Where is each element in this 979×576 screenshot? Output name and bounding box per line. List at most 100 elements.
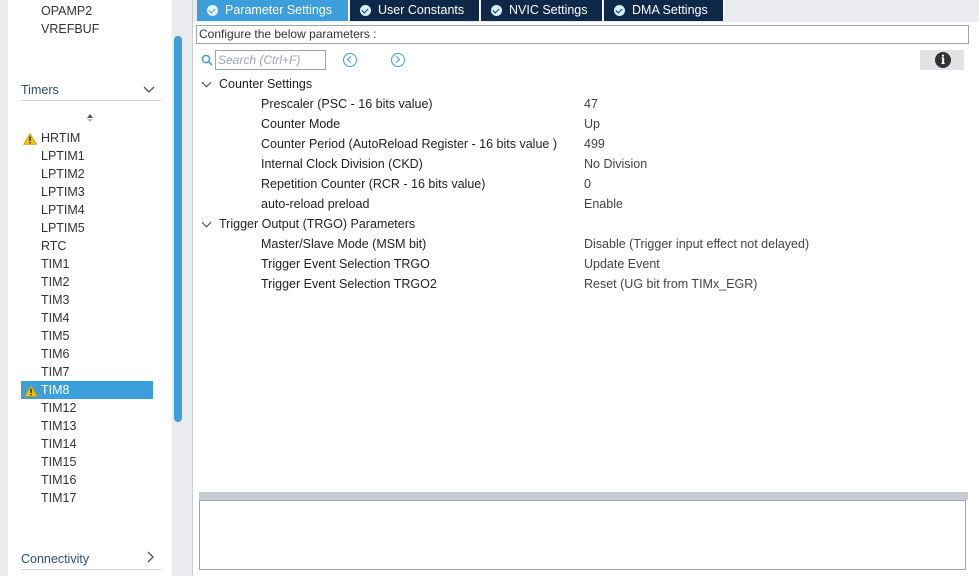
check-circle-icon: [614, 5, 625, 16]
tab-label: NVIC Settings: [509, 3, 588, 17]
timer-item-label: TIM7: [41, 365, 70, 379]
timer-item-rtc[interactable]: RTC: [41, 237, 66, 255]
category-timers[interactable]: Timers: [21, 79, 161, 101]
timer-item-lptim5[interactable]: LPTIM5: [41, 219, 85, 237]
scrollbar-thumb[interactable]: [174, 36, 182, 422]
timer-item-tim5[interactable]: TIM5: [41, 327, 69, 345]
param-row[interactable]: Master/Slave Mode (MSM bit) Disable (Trig…: [261, 234, 961, 254]
timer-item-tim15[interactable]: TIM15: [41, 453, 76, 471]
param-value[interactable]: 0: [584, 174, 591, 194]
param-row[interactable]: Internal Clock Division (CKD) No Division: [261, 154, 961, 174]
check-circle-icon: [207, 5, 218, 16]
timer-item-label: TIM4: [41, 311, 70, 325]
timer-item-lptim3[interactable]: LPTIM3: [41, 183, 85, 201]
param-row[interactable]: Trigger Event Selection TRGO2 Reset (UG b…: [261, 274, 961, 294]
timer-item-tim2[interactable]: TIM2: [41, 273, 69, 291]
tab-nvic-settings[interactable]: NVIC Settings: [481, 0, 603, 21]
timer-item-label: TIM8: [41, 383, 70, 397]
configure-label: Configure the below parameters :: [196, 25, 969, 44]
timer-item-tim7[interactable]: TIM7: [41, 363, 69, 381]
timer-item-label: TIM6: [41, 347, 70, 361]
param-row[interactable]: Counter Period (AutoReload Register - 16…: [261, 134, 961, 154]
check-circle-icon: [360, 5, 371, 16]
warning-icon: [23, 384, 39, 402]
param-name: auto-reload preload: [261, 197, 370, 211]
timer-item-hrtim[interactable]: HRTIM: [22, 129, 81, 147]
timer-item-tim8[interactable]: TIM8: [21, 381, 153, 399]
param-name: Repetition Counter (RCR - 16 bits value): [261, 177, 486, 191]
param-value[interactable]: 499: [584, 134, 605, 154]
tab-label: Parameter Settings: [225, 3, 332, 17]
param-name: Counter Mode: [261, 117, 341, 131]
timer-item-tim17[interactable]: TIM17: [41, 489, 76, 507]
param-value[interactable]: Update Event: [584, 254, 660, 274]
list-item-vrefbuf[interactable]: VREFBUF: [41, 20, 99, 38]
panel-splitter[interactable]: [199, 492, 968, 500]
param-row[interactable]: Trigger Event Selection TRGO Update Event: [261, 254, 961, 274]
timer-item-label: TIM5: [41, 329, 70, 343]
timer-item-label: TIM13: [41, 419, 77, 433]
timer-item-label: TIM17: [41, 491, 77, 505]
category-connectivity[interactable]: Connectivity: [21, 548, 161, 570]
param-name: Internal Clock Division (CKD): [261, 157, 423, 171]
list-item-opamp2[interactable]: OPAMP2: [41, 2, 92, 20]
param-name: Trigger Event Selection TRGO2: [261, 277, 437, 291]
timer-item-label: TIM2: [41, 275, 70, 289]
timer-item-label: LPTIM5: [41, 221, 85, 235]
timer-item-label: HRTIM: [41, 131, 81, 145]
search-input[interactable]: [215, 50, 326, 70]
timer-item-label: TIM1: [41, 257, 70, 271]
param-value[interactable]: Enable: [584, 194, 623, 214]
tab-dma-settings[interactable]: DMA Settings: [604, 0, 724, 21]
timer-item-label: TIM3: [41, 293, 70, 307]
param-row[interactable]: Prescaler (PSC - 16 bits value) 47: [261, 94, 961, 114]
param-group[interactable]: Trigger Output (TRGO) Parameters: [201, 214, 415, 234]
param-value[interactable]: Reset (UG bit from TIMx_EGR): [584, 274, 757, 294]
timer-item-label: TIM12: [41, 401, 77, 415]
next-match-icon[interactable]: [391, 53, 405, 67]
tab-parameter-settings[interactable]: Parameter Settings: [197, 0, 349, 21]
sort-arrow-icon[interactable]: [85, 111, 95, 125]
timer-item-lptim1[interactable]: LPTIM1: [41, 147, 85, 165]
param-name: Prescaler (PSC - 16 bits value): [261, 97, 433, 111]
timer-item-label: TIM14: [41, 437, 77, 451]
param-name: Counter Period (AutoReload Register - 16…: [261, 137, 557, 151]
param-group-label: Counter Settings: [219, 77, 313, 91]
param-name: Master/Slave Mode (MSM bit): [261, 237, 427, 251]
chevron-down-icon: [143, 79, 155, 101]
info-button[interactable]: i: [920, 50, 964, 70]
category-timers-label: Timers: [21, 83, 59, 97]
timer-item-tim4[interactable]: TIM4: [41, 309, 69, 327]
tab-label: User Constants: [378, 3, 465, 17]
param-row[interactable]: Counter Mode Up: [261, 114, 961, 134]
chevron-right-icon: [147, 548, 155, 570]
timer-item-lptim4[interactable]: LPTIM4: [41, 201, 85, 219]
timer-item-label: RTC: [41, 239, 67, 253]
timer-item-label: TIM16: [41, 473, 77, 487]
param-row[interactable]: Repetition Counter (RCR - 16 bits value)…: [261, 174, 961, 194]
timer-item-tim1[interactable]: TIM1: [41, 255, 69, 273]
timer-item-label: LPTIM1: [41, 149, 85, 163]
param-value[interactable]: Disable (Trigger input effect not delaye…: [584, 234, 809, 254]
previous-match-icon[interactable]: [343, 53, 357, 67]
timer-item-tim6[interactable]: TIM6: [41, 345, 69, 363]
param-group-label: Trigger Output (TRGO) Parameters: [219, 217, 416, 231]
timer-item-tim13[interactable]: TIM13: [41, 417, 76, 435]
param-value[interactable]: No Division: [584, 154, 647, 174]
timer-item-tim14[interactable]: TIM14: [41, 435, 76, 453]
category-connectivity-label: Connectivity: [21, 552, 90, 566]
timer-item-tim16[interactable]: TIM16: [41, 471, 76, 489]
description-box: [199, 500, 966, 570]
param-row[interactable]: auto-reload preload Enable: [261, 194, 961, 214]
timer-item-tim3[interactable]: TIM3: [41, 291, 69, 309]
timer-item-lptim2[interactable]: LPTIM2: [41, 165, 85, 183]
timer-item-label: TIM15: [41, 455, 77, 469]
timer-item-tim12[interactable]: TIM12: [41, 399, 76, 417]
param-value[interactable]: 47: [584, 94, 598, 114]
param-group[interactable]: Counter Settings: [201, 74, 312, 94]
timer-item-label: LPTIM4: [41, 203, 85, 217]
tab-bar: Parameter Settings User Constants NVIC S…: [193, 0, 979, 22]
tab-user-constants[interactable]: User Constants: [350, 0, 480, 21]
configuration-panel: Parameter Settings User Constants NVIC S…: [192, 0, 979, 576]
param-value[interactable]: Up: [584, 114, 600, 134]
